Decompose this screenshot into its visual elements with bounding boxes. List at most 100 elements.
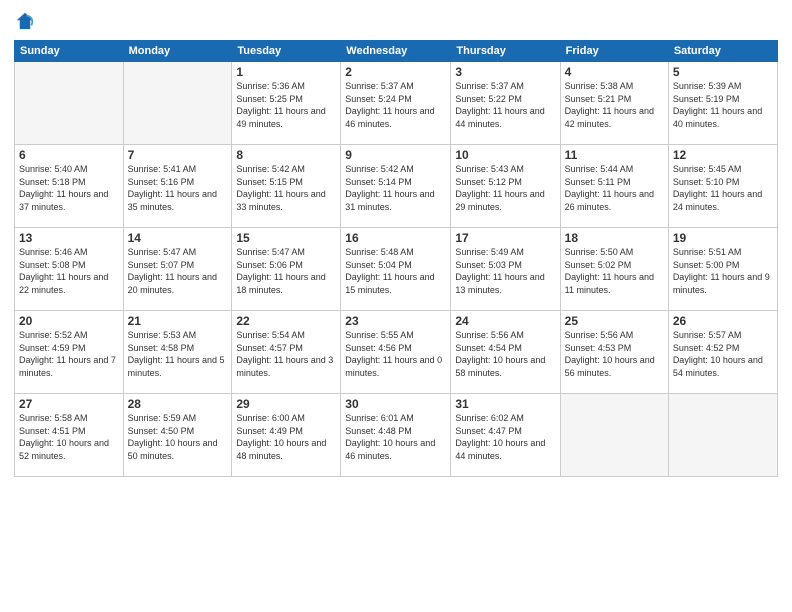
day-number: 30 <box>345 397 446 411</box>
day-number: 22 <box>236 314 336 328</box>
day-number: 7 <box>128 148 228 162</box>
day-of-week-header: Thursday <box>451 41 560 62</box>
day-info: Sunrise: 5:53 AMSunset: 4:58 PMDaylight:… <box>128 329 228 379</box>
calendar-week-row: 6Sunrise: 5:40 AMSunset: 5:18 PMDaylight… <box>15 145 778 228</box>
day-number: 1 <box>236 65 336 79</box>
day-info: Sunrise: 5:51 AMSunset: 5:00 PMDaylight:… <box>673 246 773 296</box>
calendar-cell: 20Sunrise: 5:52 AMSunset: 4:59 PMDayligh… <box>15 311 124 394</box>
day-number: 18 <box>565 231 664 245</box>
calendar-cell: 31Sunrise: 6:02 AMSunset: 4:47 PMDayligh… <box>451 394 560 477</box>
day-info: Sunrise: 5:57 AMSunset: 4:52 PMDaylight:… <box>673 329 773 379</box>
calendar-cell <box>560 394 668 477</box>
day-number: 13 <box>19 231 119 245</box>
day-info: Sunrise: 5:52 AMSunset: 4:59 PMDaylight:… <box>19 329 119 379</box>
day-number: 31 <box>455 397 555 411</box>
calendar-week-row: 13Sunrise: 5:46 AMSunset: 5:08 PMDayligh… <box>15 228 778 311</box>
day-info: Sunrise: 5:41 AMSunset: 5:16 PMDaylight:… <box>128 163 228 213</box>
calendar-cell: 17Sunrise: 5:49 AMSunset: 5:03 PMDayligh… <box>451 228 560 311</box>
day-info: Sunrise: 5:45 AMSunset: 5:10 PMDaylight:… <box>673 163 773 213</box>
day-info: Sunrise: 6:00 AMSunset: 4:49 PMDaylight:… <box>236 412 336 462</box>
calendar-cell: 16Sunrise: 5:48 AMSunset: 5:04 PMDayligh… <box>341 228 451 311</box>
day-number: 11 <box>565 148 664 162</box>
calendar-cell: 8Sunrise: 5:42 AMSunset: 5:15 PMDaylight… <box>232 145 341 228</box>
day-info: Sunrise: 6:02 AMSunset: 4:47 PMDaylight:… <box>455 412 555 462</box>
calendar-cell: 2Sunrise: 5:37 AMSunset: 5:24 PMDaylight… <box>341 62 451 145</box>
calendar-cell: 30Sunrise: 6:01 AMSunset: 4:48 PMDayligh… <box>341 394 451 477</box>
day-info: Sunrise: 5:50 AMSunset: 5:02 PMDaylight:… <box>565 246 664 296</box>
day-info: Sunrise: 5:56 AMSunset: 4:54 PMDaylight:… <box>455 329 555 379</box>
calendar-cell: 4Sunrise: 5:38 AMSunset: 5:21 PMDaylight… <box>560 62 668 145</box>
calendar-cell <box>123 62 232 145</box>
day-info: Sunrise: 5:56 AMSunset: 4:53 PMDaylight:… <box>565 329 664 379</box>
calendar-cell: 3Sunrise: 5:37 AMSunset: 5:22 PMDaylight… <box>451 62 560 145</box>
calendar-week-row: 27Sunrise: 5:58 AMSunset: 4:51 PMDayligh… <box>15 394 778 477</box>
day-number: 23 <box>345 314 446 328</box>
calendar-cell: 14Sunrise: 5:47 AMSunset: 5:07 PMDayligh… <box>123 228 232 311</box>
calendar-cell: 6Sunrise: 5:40 AMSunset: 5:18 PMDaylight… <box>15 145 124 228</box>
day-info: Sunrise: 5:47 AMSunset: 5:06 PMDaylight:… <box>236 246 336 296</box>
day-info: Sunrise: 5:59 AMSunset: 4:50 PMDaylight:… <box>128 412 228 462</box>
day-info: Sunrise: 5:47 AMSunset: 5:07 PMDaylight:… <box>128 246 228 296</box>
day-info: Sunrise: 5:42 AMSunset: 5:15 PMDaylight:… <box>236 163 336 213</box>
day-number: 4 <box>565 65 664 79</box>
day-number: 12 <box>673 148 773 162</box>
day-number: 2 <box>345 65 446 79</box>
day-info: Sunrise: 5:49 AMSunset: 5:03 PMDaylight:… <box>455 246 555 296</box>
page: SundayMondayTuesdayWednesdayThursdayFrid… <box>0 0 792 612</box>
calendar-cell: 1Sunrise: 5:36 AMSunset: 5:25 PMDaylight… <box>232 62 341 145</box>
day-number: 20 <box>19 314 119 328</box>
calendar-cell: 25Sunrise: 5:56 AMSunset: 4:53 PMDayligh… <box>560 311 668 394</box>
calendar-cell: 21Sunrise: 5:53 AMSunset: 4:58 PMDayligh… <box>123 311 232 394</box>
day-number: 14 <box>128 231 228 245</box>
day-info: Sunrise: 5:36 AMSunset: 5:25 PMDaylight:… <box>236 80 336 130</box>
calendar-cell: 7Sunrise: 5:41 AMSunset: 5:16 PMDaylight… <box>123 145 232 228</box>
calendar-cell: 28Sunrise: 5:59 AMSunset: 4:50 PMDayligh… <box>123 394 232 477</box>
calendar-cell: 24Sunrise: 5:56 AMSunset: 4:54 PMDayligh… <box>451 311 560 394</box>
calendar-cell: 10Sunrise: 5:43 AMSunset: 5:12 PMDayligh… <box>451 145 560 228</box>
calendar-week-row: 1Sunrise: 5:36 AMSunset: 5:25 PMDaylight… <box>15 62 778 145</box>
day-number: 28 <box>128 397 228 411</box>
day-of-week-header: Sunday <box>15 41 124 62</box>
calendar-cell: 29Sunrise: 6:00 AMSunset: 4:49 PMDayligh… <box>232 394 341 477</box>
day-info: Sunrise: 5:39 AMSunset: 5:19 PMDaylight:… <box>673 80 773 130</box>
day-number: 15 <box>236 231 336 245</box>
day-number: 17 <box>455 231 555 245</box>
logo-icon <box>14 10 36 32</box>
logo <box>14 10 40 32</box>
day-info: Sunrise: 5:44 AMSunset: 5:11 PMDaylight:… <box>565 163 664 213</box>
day-info: Sunrise: 5:42 AMSunset: 5:14 PMDaylight:… <box>345 163 446 213</box>
day-info: Sunrise: 5:58 AMSunset: 4:51 PMDaylight:… <box>19 412 119 462</box>
day-number: 21 <box>128 314 228 328</box>
calendar-cell: 22Sunrise: 5:54 AMSunset: 4:57 PMDayligh… <box>232 311 341 394</box>
day-number: 29 <box>236 397 336 411</box>
day-number: 25 <box>565 314 664 328</box>
day-number: 24 <box>455 314 555 328</box>
day-info: Sunrise: 5:55 AMSunset: 4:56 PMDaylight:… <box>345 329 446 379</box>
calendar-cell: 12Sunrise: 5:45 AMSunset: 5:10 PMDayligh… <box>668 145 777 228</box>
day-of-week-header: Tuesday <box>232 41 341 62</box>
calendar-cell: 13Sunrise: 5:46 AMSunset: 5:08 PMDayligh… <box>15 228 124 311</box>
calendar-cell: 18Sunrise: 5:50 AMSunset: 5:02 PMDayligh… <box>560 228 668 311</box>
calendar-cell: 26Sunrise: 5:57 AMSunset: 4:52 PMDayligh… <box>668 311 777 394</box>
calendar-cell: 5Sunrise: 5:39 AMSunset: 5:19 PMDaylight… <box>668 62 777 145</box>
day-number: 5 <box>673 65 773 79</box>
day-of-week-header: Saturday <box>668 41 777 62</box>
calendar-cell: 27Sunrise: 5:58 AMSunset: 4:51 PMDayligh… <box>15 394 124 477</box>
calendar-cell <box>668 394 777 477</box>
day-number: 16 <box>345 231 446 245</box>
day-of-week-header: Monday <box>123 41 232 62</box>
day-info: Sunrise: 5:37 AMSunset: 5:24 PMDaylight:… <box>345 80 446 130</box>
calendar-header-row: SundayMondayTuesdayWednesdayThursdayFrid… <box>15 41 778 62</box>
day-number: 3 <box>455 65 555 79</box>
day-info: Sunrise: 5:54 AMSunset: 4:57 PMDaylight:… <box>236 329 336 379</box>
day-number: 27 <box>19 397 119 411</box>
day-number: 10 <box>455 148 555 162</box>
day-number: 6 <box>19 148 119 162</box>
day-info: Sunrise: 5:37 AMSunset: 5:22 PMDaylight:… <box>455 80 555 130</box>
day-of-week-header: Wednesday <box>341 41 451 62</box>
calendar-cell: 15Sunrise: 5:47 AMSunset: 5:06 PMDayligh… <box>232 228 341 311</box>
calendar-cell <box>15 62 124 145</box>
day-number: 8 <box>236 148 336 162</box>
header <box>14 10 778 32</box>
day-number: 19 <box>673 231 773 245</box>
